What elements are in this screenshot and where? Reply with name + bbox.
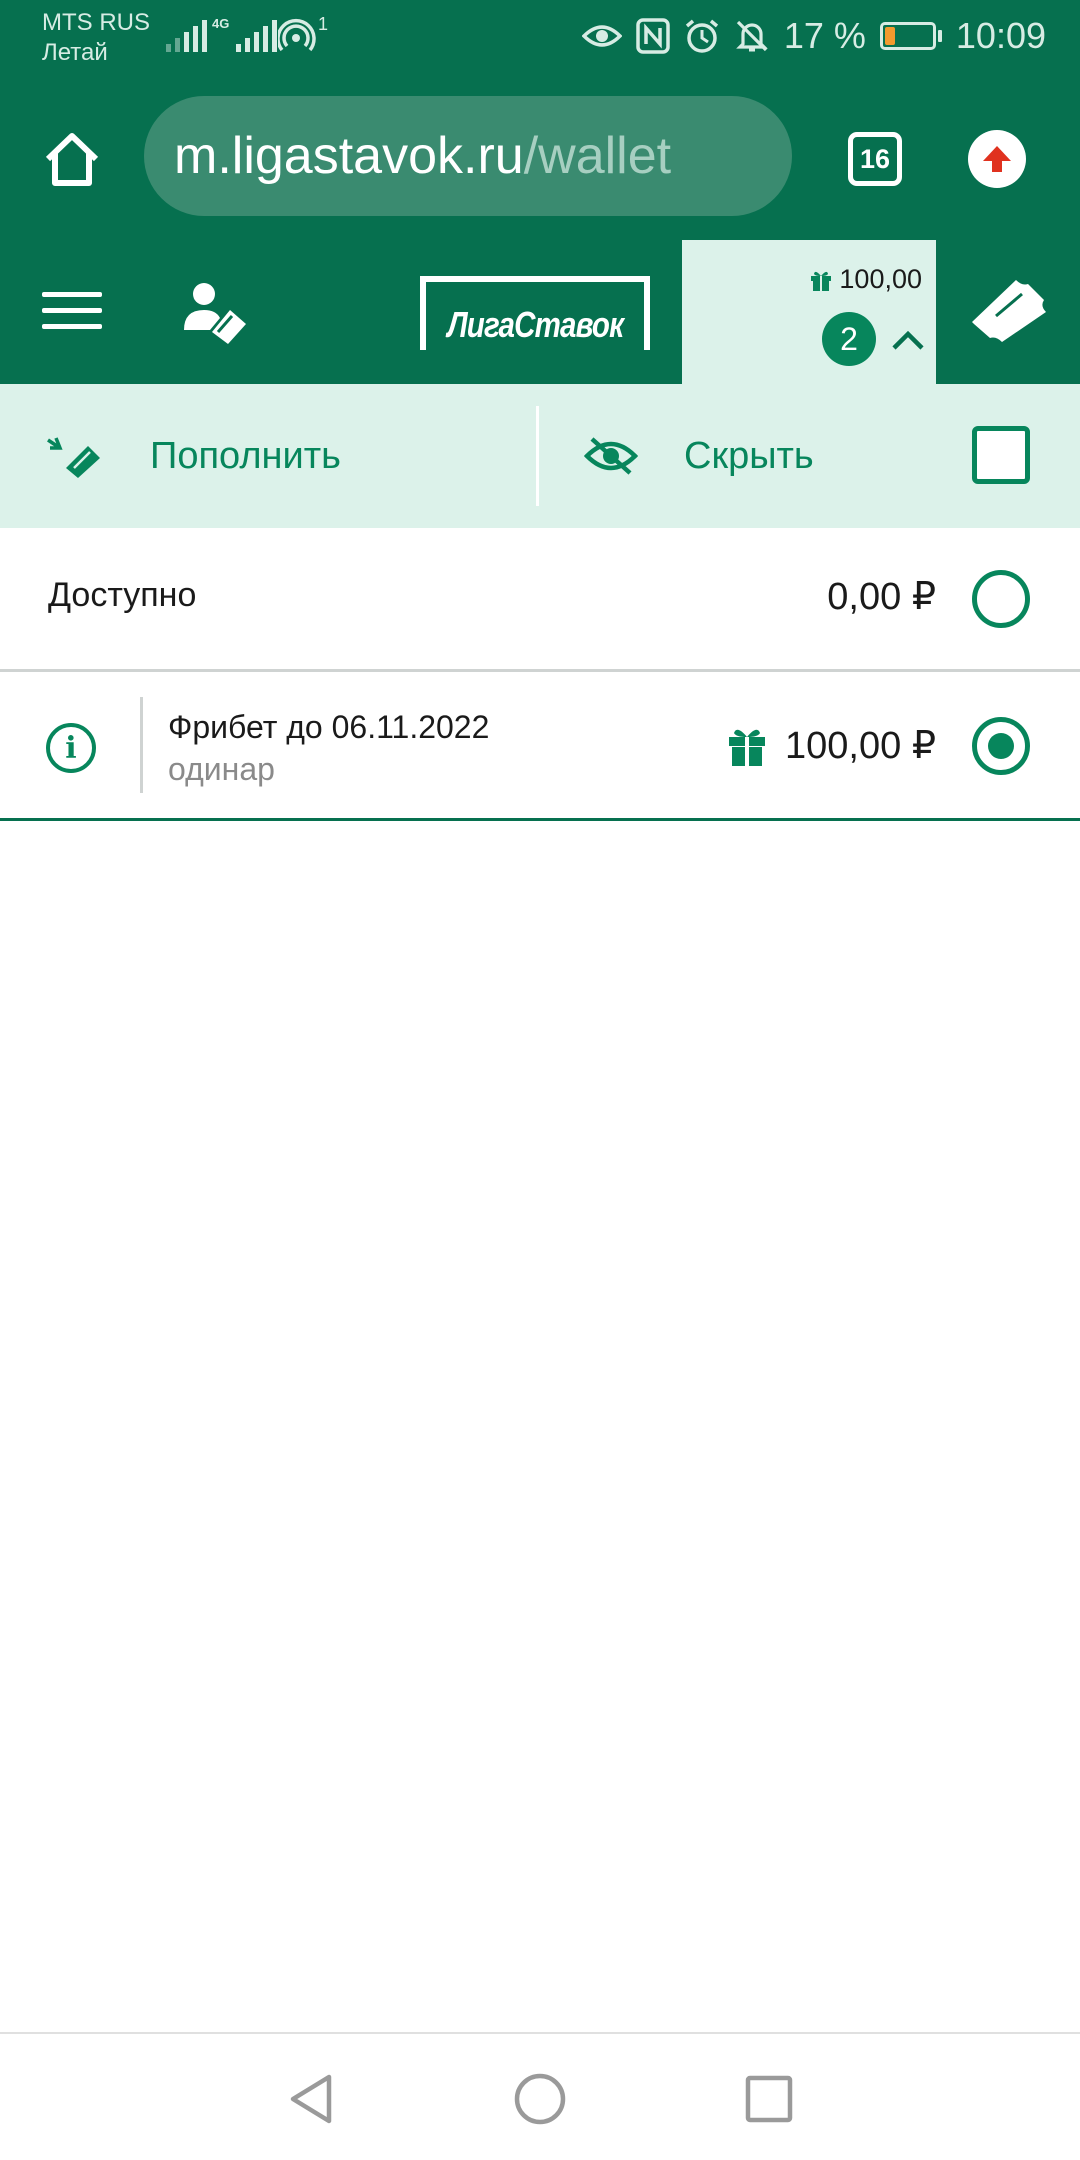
hotspot-count: 1 xyxy=(318,14,329,34)
chevron-up-icon xyxy=(892,330,924,350)
eye-icon xyxy=(581,21,622,51)
back-triangle-icon xyxy=(290,2074,332,2124)
home-icon xyxy=(45,133,99,186)
address-bar[interactable]: m.ligastavok.ru/wallet xyxy=(144,96,792,216)
deposit-button[interactable]: Пополнить xyxy=(46,384,341,528)
wallet-actions-bar: Пополнить Скрыть xyxy=(0,384,1080,528)
network-type: 4G xyxy=(212,16,230,31)
liga-stavok-logo[interactable]: ЛигаСтавок xyxy=(420,276,650,350)
arrow-up-icon xyxy=(983,146,1011,172)
home-circle-icon xyxy=(514,2073,566,2125)
bonus-balance: 100,00 xyxy=(809,264,922,295)
home-button[interactable] xyxy=(36,124,108,196)
hotspot-icon xyxy=(276,18,318,59)
deposit-icon xyxy=(47,437,100,478)
user-ticket-icon xyxy=(184,283,246,344)
deposit-label: Пополнить xyxy=(150,434,341,477)
freebet-amount-group: 100,00 ₽ xyxy=(727,723,936,768)
freebet-title: Фрибет до 06.11.2022 xyxy=(168,709,490,745)
eye-off-icon xyxy=(584,437,638,475)
bell-off-icon xyxy=(734,18,770,54)
row-separator xyxy=(140,697,143,793)
carrier-name: MTS RUS xyxy=(42,9,150,36)
recents-square-icon xyxy=(745,2075,793,2123)
system-nav-bar xyxy=(0,2032,1080,2160)
carrier-subtitle: Летай xyxy=(42,39,108,66)
gift-icon xyxy=(811,271,832,291)
battery-icon xyxy=(879,22,942,50)
signal-strength-icon xyxy=(166,20,207,52)
hide-checkbox[interactable] xyxy=(972,426,1030,484)
bet-slip-button[interactable] xyxy=(966,276,1050,348)
freebet-amount: 100,00 ₽ xyxy=(785,725,936,767)
gift-icon xyxy=(729,729,766,766)
url-path: /wallet xyxy=(523,127,672,185)
menu-icon-bar xyxy=(42,324,102,329)
signal-strength-2-icon xyxy=(236,20,277,52)
clock: 10:09 xyxy=(955,15,1046,56)
hide-label: Скрыть xyxy=(684,434,814,477)
battery-percent: 17 % xyxy=(783,15,866,56)
url-host: m.ligastavok.ru xyxy=(174,127,524,185)
tabs-button[interactable]: 16 xyxy=(848,132,902,186)
home-nav-button[interactable] xyxy=(505,2064,575,2134)
recents-button[interactable] xyxy=(734,2064,804,2134)
menu-icon-bar xyxy=(42,308,102,313)
wallet-row-available[interactable]: Доступно 0,00 ₽ xyxy=(0,528,1080,672)
available-amount: 0,00 ₽ xyxy=(827,576,936,618)
nfc-icon xyxy=(636,18,670,54)
available-radio[interactable] xyxy=(972,570,1030,628)
menu-icon xyxy=(42,292,102,297)
bonus-balance-value: 100,00 xyxy=(839,264,922,294)
browser-toolbar: m.ligastavok.ru/wallet 16 xyxy=(0,72,1080,240)
info-icon[interactable]: i xyxy=(46,723,96,773)
bet-count-badge: 2 xyxy=(822,312,876,366)
balance-panel[interactable]: 100,00 2 xyxy=(682,240,936,384)
status-bar: MTS RUS Летай 4G 1 17 % 10:09 xyxy=(0,0,1080,72)
account-button[interactable] xyxy=(180,280,250,346)
logo-text: ЛигаСтавок xyxy=(447,304,624,345)
radio-selected-dot xyxy=(988,733,1014,759)
ticket-icon xyxy=(972,280,1046,342)
freebet-radio[interactable] xyxy=(972,717,1030,775)
update-button[interactable] xyxy=(968,130,1026,188)
wallet-row-freebet[interactable]: i Фрибет до 06.11.2022 одинар 100,00 ₽ xyxy=(0,673,1080,821)
available-label: Доступно xyxy=(48,576,197,614)
carrier-info: MTS RUS Летай xyxy=(42,8,150,68)
action-divider xyxy=(536,406,539,506)
status-right-group: 17 % 10:09 xyxy=(581,12,1046,60)
menu-button[interactable] xyxy=(42,292,102,332)
alarm-icon xyxy=(684,18,720,54)
back-button[interactable] xyxy=(276,2064,346,2134)
page: MTS RUS Летай 4G 1 17 % 10:09 m.ligastav… xyxy=(0,0,1080,2160)
app-header: ЛигаСтавок 100,00 2 xyxy=(0,240,1080,384)
freebet-subtitle: одинар xyxy=(168,751,275,787)
hide-button[interactable]: Скрыть xyxy=(584,384,814,528)
